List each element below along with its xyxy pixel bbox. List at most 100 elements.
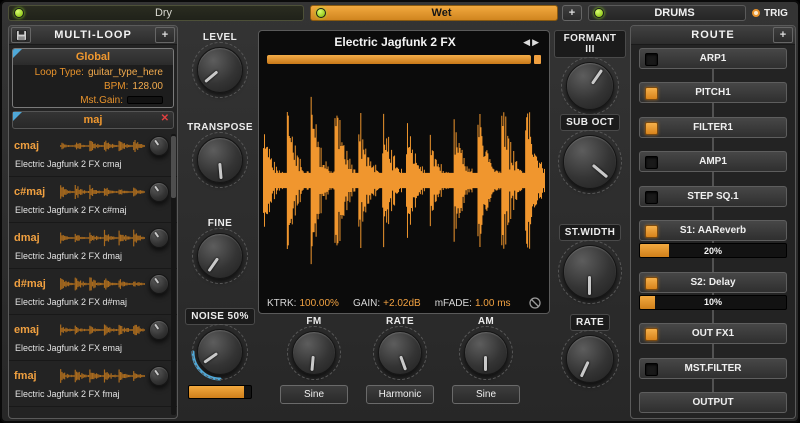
loop-group-header[interactable]: maj ✕	[12, 111, 174, 129]
loop-item-csharpmaj[interactable]: c#maj Electric Jagfunk 2 FX c#maj	[9, 177, 177, 223]
formant-knob[interactable]	[566, 62, 614, 110]
mfade-label: mFADE:	[435, 298, 472, 309]
route-item-label: OUT FX1	[692, 328, 734, 339]
bpm-row[interactable]: BPM: 128.00	[13, 79, 173, 93]
ktrk-readout[interactable]: KTRK:100.00%	[267, 298, 339, 309]
route-item-label: FILTER1	[693, 122, 733, 133]
sub-oct-knob[interactable]	[563, 135, 617, 189]
route-item-s1-reverb[interactable]: S1: AAReverb	[639, 220, 787, 241]
loop-region-bar[interactable]	[267, 55, 531, 64]
loop-name: c#maj	[14, 186, 56, 198]
fm-knob[interactable]	[292, 331, 336, 375]
s2-send-slider[interactable]: 10%	[639, 295, 787, 310]
tab-dry[interactable]: Dry	[8, 5, 304, 21]
gain-readout[interactable]: GAIN:+2.02dB	[353, 298, 421, 309]
route-enable-checkbox[interactable]	[645, 328, 658, 341]
loop-item-dmaj[interactable]: dmaj Electric Jagfunk 2 FX dmaj	[9, 223, 177, 269]
drums-selector[interactable]: DRUMS	[588, 5, 746, 21]
scrollbar-thumb[interactable]	[171, 136, 176, 198]
route-enable-checkbox[interactable]	[645, 277, 658, 290]
loop-name: emaj	[14, 324, 56, 336]
route-item-amp1[interactable]: AMP1	[639, 151, 787, 172]
route-list: ARP1 PITCH1 FILTER1 AMP1 STEP SQ.1	[639, 48, 787, 413]
tab-wet[interactable]: Wet	[310, 5, 558, 21]
loop-gain-knob[interactable]	[149, 366, 169, 386]
stereo-width-knob[interactable]	[563, 245, 617, 299]
loop-list-scrollbar[interactable]	[171, 134, 176, 415]
fm-shape-select[interactable]: Sine	[280, 385, 348, 404]
loop-gain-knob[interactable]	[149, 136, 169, 156]
transpose-knob[interactable]	[197, 137, 243, 183]
loop-item-cmaj[interactable]: cmaj Electric Jagfunk 2 FX cmaj	[9, 131, 177, 177]
route-panel: ROUTE + ARP1 PITCH1 FILTER1 AMP1 STE	[630, 25, 796, 419]
collapse-triangle-icon[interactable]	[13, 112, 22, 121]
route-item-mst-filter[interactable]: MST.FILTER	[639, 358, 787, 379]
am-knob[interactable]	[464, 331, 508, 375]
loop-item-dsharpmaj[interactable]: d#maj Electric Jagfunk 2 FX d#maj	[9, 269, 177, 315]
mod-rate-knob[interactable]	[378, 331, 422, 375]
tab-dry-label: Dry	[24, 7, 303, 19]
level-knob[interactable]	[197, 47, 243, 93]
close-group-icon[interactable]: ✕	[161, 113, 169, 124]
am-group: AM Sine	[450, 316, 522, 404]
route-item-filter1[interactable]: FILTER1	[639, 117, 787, 138]
am-shape-select[interactable]: Sine	[452, 385, 520, 404]
fine-knob[interactable]	[197, 233, 243, 279]
loop-item-emaj[interactable]: emaj Electric Jagfunk 2 FX emaj	[9, 315, 177, 361]
loop-item-fmaj[interactable]: fmaj Electric Jagfunk 2 FX fmaj	[9, 361, 177, 407]
add-loop-button[interactable]: +	[155, 27, 175, 43]
trig-toggle[interactable]: TRIG	[750, 5, 796, 21]
s1-send-slider[interactable]: 20%	[639, 243, 787, 258]
add-route-button[interactable]: +	[773, 27, 793, 43]
collapse-triangle-icon[interactable]	[13, 49, 22, 58]
no-entry-icon[interactable]	[529, 297, 541, 309]
route-item-output[interactable]: OUTPUT	[639, 392, 787, 413]
noise-slider-fill	[189, 386, 244, 398]
save-button[interactable]	[11, 27, 31, 43]
route-item-step-sq1[interactable]: STEP SQ.1	[639, 186, 787, 207]
loop-list: cmaj Electric Jagfunk 2 FX cmaj c#maj El…	[9, 131, 177, 407]
green-led-icon	[316, 8, 326, 18]
route-enable-checkbox[interactable]	[645, 191, 658, 204]
route-enable-checkbox[interactable]	[645, 225, 658, 238]
loop-description: Electric Jagfunk 2 FX cmaj	[14, 159, 169, 169]
loop-end-marker[interactable]	[534, 55, 541, 64]
global-header[interactable]: Global	[13, 49, 173, 65]
loop-gain-knob[interactable]	[149, 274, 169, 294]
plugin-window: Dry Wet + DRUMS TRIG MULTI-LOOP +	[0, 0, 800, 423]
waveform-view[interactable]	[263, 71, 545, 290]
mfade-readout[interactable]: mFADE:1.00 ms	[435, 298, 511, 309]
loop-type-row[interactable]: Loop Type: guitar_type_here	[13, 65, 173, 79]
route-enable-checkbox[interactable]	[645, 122, 658, 135]
mod-rate-mode-select[interactable]: Harmonic	[366, 385, 434, 404]
route-item-s2-delay[interactable]: S2: Delay	[639, 272, 787, 293]
master-gain-slider[interactable]	[127, 96, 163, 104]
ktrk-value: 100.00%	[299, 298, 338, 309]
loop-gain-knob[interactable]	[149, 182, 169, 202]
master-gain-row[interactable]: Mst.Gain:	[13, 93, 173, 107]
loop-gain-knob[interactable]	[149, 320, 169, 340]
noise-slider[interactable]	[188, 385, 252, 399]
add-tab-button[interactable]: +	[562, 5, 582, 21]
next-sample-icon[interactable]: ▶	[532, 37, 541, 48]
route-item-out-fx1[interactable]: OUT FX1	[639, 323, 787, 344]
bpm-value[interactable]: 128.00	[132, 81, 163, 92]
rate-knob[interactable]	[566, 335, 614, 383]
route-enable-checkbox[interactable]	[645, 87, 658, 100]
loop-name: d#maj	[14, 278, 56, 290]
formant-label: FORMANT III	[554, 30, 626, 58]
route-enable-checkbox[interactable]	[645, 53, 658, 66]
stereo-width-label: ST.WIDTH	[559, 224, 621, 241]
sample-title: Electric Jagfunk 2 FX	[267, 35, 523, 49]
route-enable-checkbox[interactable]	[645, 156, 658, 169]
loop-type-value[interactable]: guitar_type_here	[88, 67, 163, 78]
route-item-arp1[interactable]: ARP1	[639, 48, 787, 69]
global-settings-box: Global Loop Type: guitar_type_here BPM: …	[12, 48, 174, 108]
route-enable-checkbox[interactable]	[645, 363, 658, 376]
route-item-pitch1[interactable]: PITCH1	[639, 82, 787, 103]
mod-rate-group: RATE Harmonic	[364, 316, 436, 404]
floppy-disk-icon	[16, 30, 27, 41]
noise-knob[interactable]	[197, 329, 243, 375]
prev-sample-icon[interactable]: ◀	[523, 37, 532, 48]
loop-gain-knob[interactable]	[149, 228, 169, 248]
